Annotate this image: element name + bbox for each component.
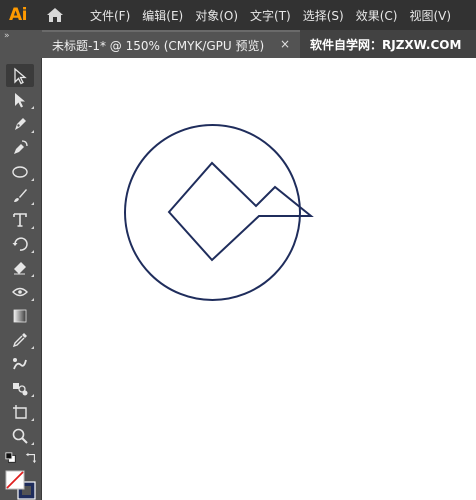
swap-arrows-icon	[25, 452, 37, 464]
selection-tool[interactable]	[6, 64, 34, 87]
document-tab-title: 未标题-1* @ 150% (CMYK/GPU 预览)	[52, 38, 265, 53]
flyout-indicator-icon	[31, 346, 34, 349]
collapse-chevrons-icon: »	[4, 31, 9, 41]
flyout-indicator-icon	[31, 226, 34, 229]
main-menu: 文件(F) 编辑(E) 对象(O) 文字(T) 选择(S) 效果(C) 视图(V…	[90, 7, 463, 24]
circle-path[interactable]	[124, 124, 301, 301]
home-icon	[47, 8, 63, 22]
default-colors-icon	[5, 452, 16, 463]
flyout-indicator-icon	[31, 274, 34, 277]
eraser-tool-icon	[14, 261, 26, 274]
diamond-arrow-path[interactable]	[167, 161, 314, 262]
flyout-indicator-icon	[31, 298, 34, 301]
document-tab-bar: » 未标题-1* @ 150% (CMYK/GPU 预览) × 软件自学网：RJ…	[0, 30, 476, 58]
menu-object[interactable]: 对象(O)	[195, 7, 238, 24]
flyout-indicator-icon	[31, 202, 34, 205]
illustrator-logo: Ai	[9, 5, 27, 25]
rotate-tool[interactable]	[6, 232, 34, 255]
artboard-tool[interactable]	[6, 400, 34, 423]
tools-panel	[0, 58, 42, 500]
type-tool[interactable]	[6, 208, 34, 231]
fill-none-swatch-icon	[5, 470, 36, 500]
menu-type[interactable]: 文字(T)	[250, 7, 291, 24]
document-tab[interactable]: 未标题-1* @ 150% (CMYK/GPU 预览) ×	[42, 30, 300, 58]
home-button[interactable]	[38, 0, 72, 30]
artwork	[124, 124, 314, 301]
curvature-tool-icon	[14, 139, 28, 154]
ellipse-tool-icon	[12, 165, 28, 178]
width-tool-icon	[12, 287, 28, 296]
blend-tool[interactable]	[6, 352, 34, 375]
rotate-tool-icon	[12, 236, 28, 251]
selection-tool-icon	[14, 67, 27, 84]
symbol-sprayer-tool-icon	[13, 382, 28, 395]
paintbrush-tool[interactable]	[6, 184, 34, 207]
artboard-canvas[interactable]	[42, 58, 476, 500]
flyout-indicator-icon	[31, 106, 34, 109]
direct-selection-tool-icon	[15, 92, 25, 107]
zoom-tool-icon	[12, 428, 28, 444]
menu-select[interactable]: 选择(S)	[303, 7, 344, 24]
flyout-indicator-icon	[31, 178, 34, 181]
pen-tool[interactable]	[6, 112, 34, 135]
flyout-indicator-icon	[31, 250, 34, 253]
flyout-indicator-icon	[31, 130, 34, 133]
fill-stroke-swatches[interactable]	[5, 470, 37, 500]
menu-bar: Ai 文件(F) 编辑(E) 对象(O) 文字(T) 选择(S) 效果(C) 视…	[0, 0, 476, 30]
watermark-text: 软件自学网：RJZXW.COM	[310, 37, 462, 52]
direct-selection-tool[interactable]	[6, 88, 34, 111]
flyout-indicator-icon	[31, 418, 34, 421]
artboard-tool-icon	[13, 404, 27, 419]
blend-tool-icon	[13, 357, 27, 369]
symbol-sprayer-tool[interactable]	[6, 376, 34, 399]
eyedropper-tool[interactable]	[6, 328, 34, 351]
menu-effect[interactable]: 效果(C)	[356, 7, 398, 24]
flyout-indicator-icon	[31, 442, 34, 445]
menu-view[interactable]: 视图(V)	[409, 7, 451, 24]
pen-tool-icon	[15, 117, 26, 130]
curvature-tool[interactable]	[6, 136, 34, 159]
toolbar-collapse-button[interactable]: »	[0, 30, 42, 58]
ellipse-tool[interactable]	[6, 160, 34, 183]
swap-colors-button[interactable]	[22, 450, 40, 466]
close-tab-icon[interactable]: ×	[280, 37, 290, 51]
paintbrush-tool-icon	[14, 188, 27, 202]
type-tool-icon	[13, 212, 27, 227]
zoom-tool[interactable]	[6, 424, 34, 447]
eyedropper-tool-icon	[12, 332, 27, 347]
gradient-tool-icon	[13, 309, 27, 322]
menu-edit[interactable]: 编辑(E)	[142, 7, 183, 24]
default-colors-button[interactable]	[2, 450, 20, 466]
flyout-indicator-icon	[31, 394, 34, 397]
eraser-tool[interactable]	[6, 256, 34, 279]
gradient-tool[interactable]	[6, 304, 34, 327]
menu-file[interactable]: 文件(F)	[90, 7, 130, 24]
width-tool[interactable]	[6, 280, 34, 303]
